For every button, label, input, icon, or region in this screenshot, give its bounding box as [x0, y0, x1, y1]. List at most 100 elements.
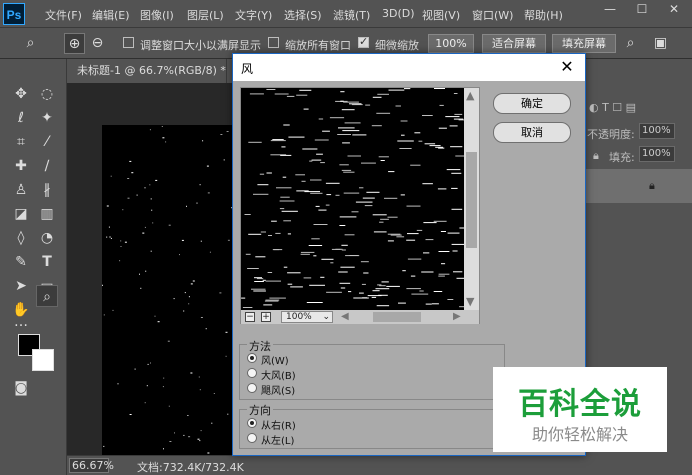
noise-dot [154, 315, 156, 317]
menu-3d[interactable]: 3D(D) [382, 7, 415, 20]
wind-streak [376, 112, 391, 114]
eraser-icon[interactable]: ◪ [10, 203, 32, 225]
pen-tool-icon[interactable]: ✎ [10, 251, 32, 273]
menu-type[interactable]: 文字(Y) [235, 7, 272, 23]
noise-dot [144, 226, 146, 228]
lock-icon[interactable]: 🔒︎ [593, 149, 599, 163]
stamp-tool-icon[interactable]: ♙ [10, 179, 32, 201]
type-tool-icon[interactable]: T [36, 251, 58, 273]
zoom-100-button[interactable]: 100% [428, 34, 474, 53]
filter-preview[interactable] [241, 88, 464, 310]
scroll-left-icon[interactable]: ◀ [341, 311, 349, 322]
scroll-right-icon[interactable]: ▶ [453, 311, 461, 322]
menu-file[interactable]: 文件(F) [45, 7, 82, 23]
workspace-icon[interactable]: ▣ [650, 33, 671, 54]
menu-view[interactable]: 视图(V) [422, 7, 460, 23]
horizontal-scroll-thumb[interactable] [373, 312, 421, 322]
noise-dot [190, 283, 193, 285]
wind-streak [325, 182, 340, 184]
watermark-subtitle: 助你轻松解决 [531, 425, 628, 444]
noise-dot [227, 413, 229, 415]
zoom-level-field[interactable]: 66.67% [69, 458, 114, 473]
zoom-out-button[interactable]: − [245, 312, 255, 322]
wind-streak [398, 302, 406, 304]
fill-field[interactable]: 100% [639, 146, 675, 162]
scrubby-zoom-checkbox[interactable] [358, 35, 369, 48]
menu-layer[interactable]: 图层(L) [187, 7, 224, 23]
fit-screen-button[interactable]: 适合屏幕 [482, 34, 546, 53]
magic-wand-icon[interactable]: ✦ [36, 107, 58, 129]
fill-label: 填充: [609, 151, 635, 164]
gradient-icon[interactable]: ▥ [36, 203, 58, 225]
vertical-scroll-thumb[interactable] [466, 152, 477, 248]
layer-filter-icon[interactable]: ◐ T ☐ ▤ [589, 101, 636, 114]
preview-frame: ▲ ▼ − + 100% ⌄ ◀ ▶ [240, 87, 480, 324]
noise-dot [227, 239, 230, 241]
background-color-swatch[interactable] [32, 349, 54, 371]
menu-window[interactable]: 窗口(W) [472, 7, 513, 23]
blur-tool-icon[interactable]: ◊ [10, 227, 32, 249]
scroll-down-icon[interactable]: ▼ [466, 296, 474, 307]
wind-streak [287, 272, 301, 274]
history-brush-icon[interactable]: ∦ [36, 179, 58, 201]
opacity-field[interactable]: 100% [639, 123, 675, 139]
fill-screen-button[interactable]: 填充屏幕 [552, 34, 616, 53]
brush-tool-icon[interactable]: ∕ [36, 155, 58, 177]
search-icon[interactable]: ⌕ [620, 33, 641, 54]
marquee-tool-icon[interactable]: ◌ [36, 83, 58, 105]
radio-indicator[interactable] [247, 418, 257, 428]
noise-dot [112, 309, 114, 311]
preview-zoom-value: 100% [286, 312, 312, 322]
wind-streak [386, 285, 400, 287]
dialog-close-button[interactable]: ✕ [555, 56, 579, 78]
healing-brush-icon[interactable]: ✚ [10, 155, 32, 177]
zoom-tool-preset-icon[interactable]: ⌕ [20, 33, 41, 54]
resize-windows-checkbox[interactable] [123, 37, 134, 48]
dodge-tool-icon[interactable]: ◔ [36, 227, 58, 249]
quick-mask-icon[interactable]: ◙ [10, 377, 32, 399]
wind-streak [424, 143, 436, 145]
cancel-button[interactable]: 取消 [493, 122, 571, 143]
maximize-button[interactable]: ☐ [628, 0, 656, 20]
window-close-button[interactable]: ✕ [660, 0, 688, 20]
radio-indicator[interactable] [247, 368, 257, 378]
zoom-tool-icon[interactable]: ⌕ [36, 285, 58, 307]
zoom-in-icon[interactable]: ⊕ [64, 33, 85, 54]
layer-row[interactable]: 🔒︎ [585, 169, 692, 203]
menu-filter[interactable]: 滤镜(T) [333, 7, 370, 23]
wind-streak [282, 176, 287, 178]
noise-dot [188, 303, 190, 305]
radio-indicator[interactable] [247, 383, 257, 393]
zoom-out-icon[interactable]: ⊖ [87, 33, 108, 54]
watermark-logo: 百科全说 助你轻松解决 [493, 367, 667, 452]
preview-vertical-scrollbar[interactable]: ▲ ▼ [464, 88, 479, 310]
menu-help[interactable]: 帮助(H) [524, 7, 563, 23]
zoom-all-checkbox[interactable] [268, 37, 279, 48]
document-tab[interactable]: 未标题-1 @ 66.7%(RGB/8) * × [67, 59, 243, 83]
wind-streak [338, 271, 348, 273]
minimize-button[interactable]: — [596, 0, 624, 20]
ok-button[interactable]: 确定 [493, 93, 571, 114]
wind-streak [438, 251, 450, 252]
wind-streak [275, 232, 281, 234]
zoom-in-button[interactable]: + [261, 312, 271, 322]
preview-zoom-select[interactable]: 100% ⌄ [281, 311, 333, 323]
more-tools-icon[interactable]: … [10, 311, 32, 333]
wind-streak [371, 125, 382, 127]
path-select-icon[interactable]: ➤ [10, 275, 32, 297]
noise-dot [179, 254, 180, 256]
wind-streak [377, 93, 389, 95]
wind-streak [281, 210, 298, 212]
lasso-tool-icon[interactable]: ℓ [10, 107, 32, 129]
wind-streak [384, 197, 398, 199]
menu-edit[interactable]: 编辑(E) [92, 7, 130, 23]
crop-tool-icon[interactable]: ⌗ [10, 131, 32, 153]
radio-indicator[interactable] [247, 433, 257, 443]
scroll-up-icon[interactable]: ▲ [466, 90, 474, 101]
eyedropper-icon[interactable]: ⁄ [36, 131, 58, 153]
move-tool-icon[interactable]: ✥ [10, 83, 32, 105]
radio-indicator[interactable] [247, 353, 257, 363]
menu-image[interactable]: 图像(I) [140, 7, 174, 23]
menu-select[interactable]: 选择(S) [284, 7, 322, 23]
wind-streak [242, 307, 253, 308]
